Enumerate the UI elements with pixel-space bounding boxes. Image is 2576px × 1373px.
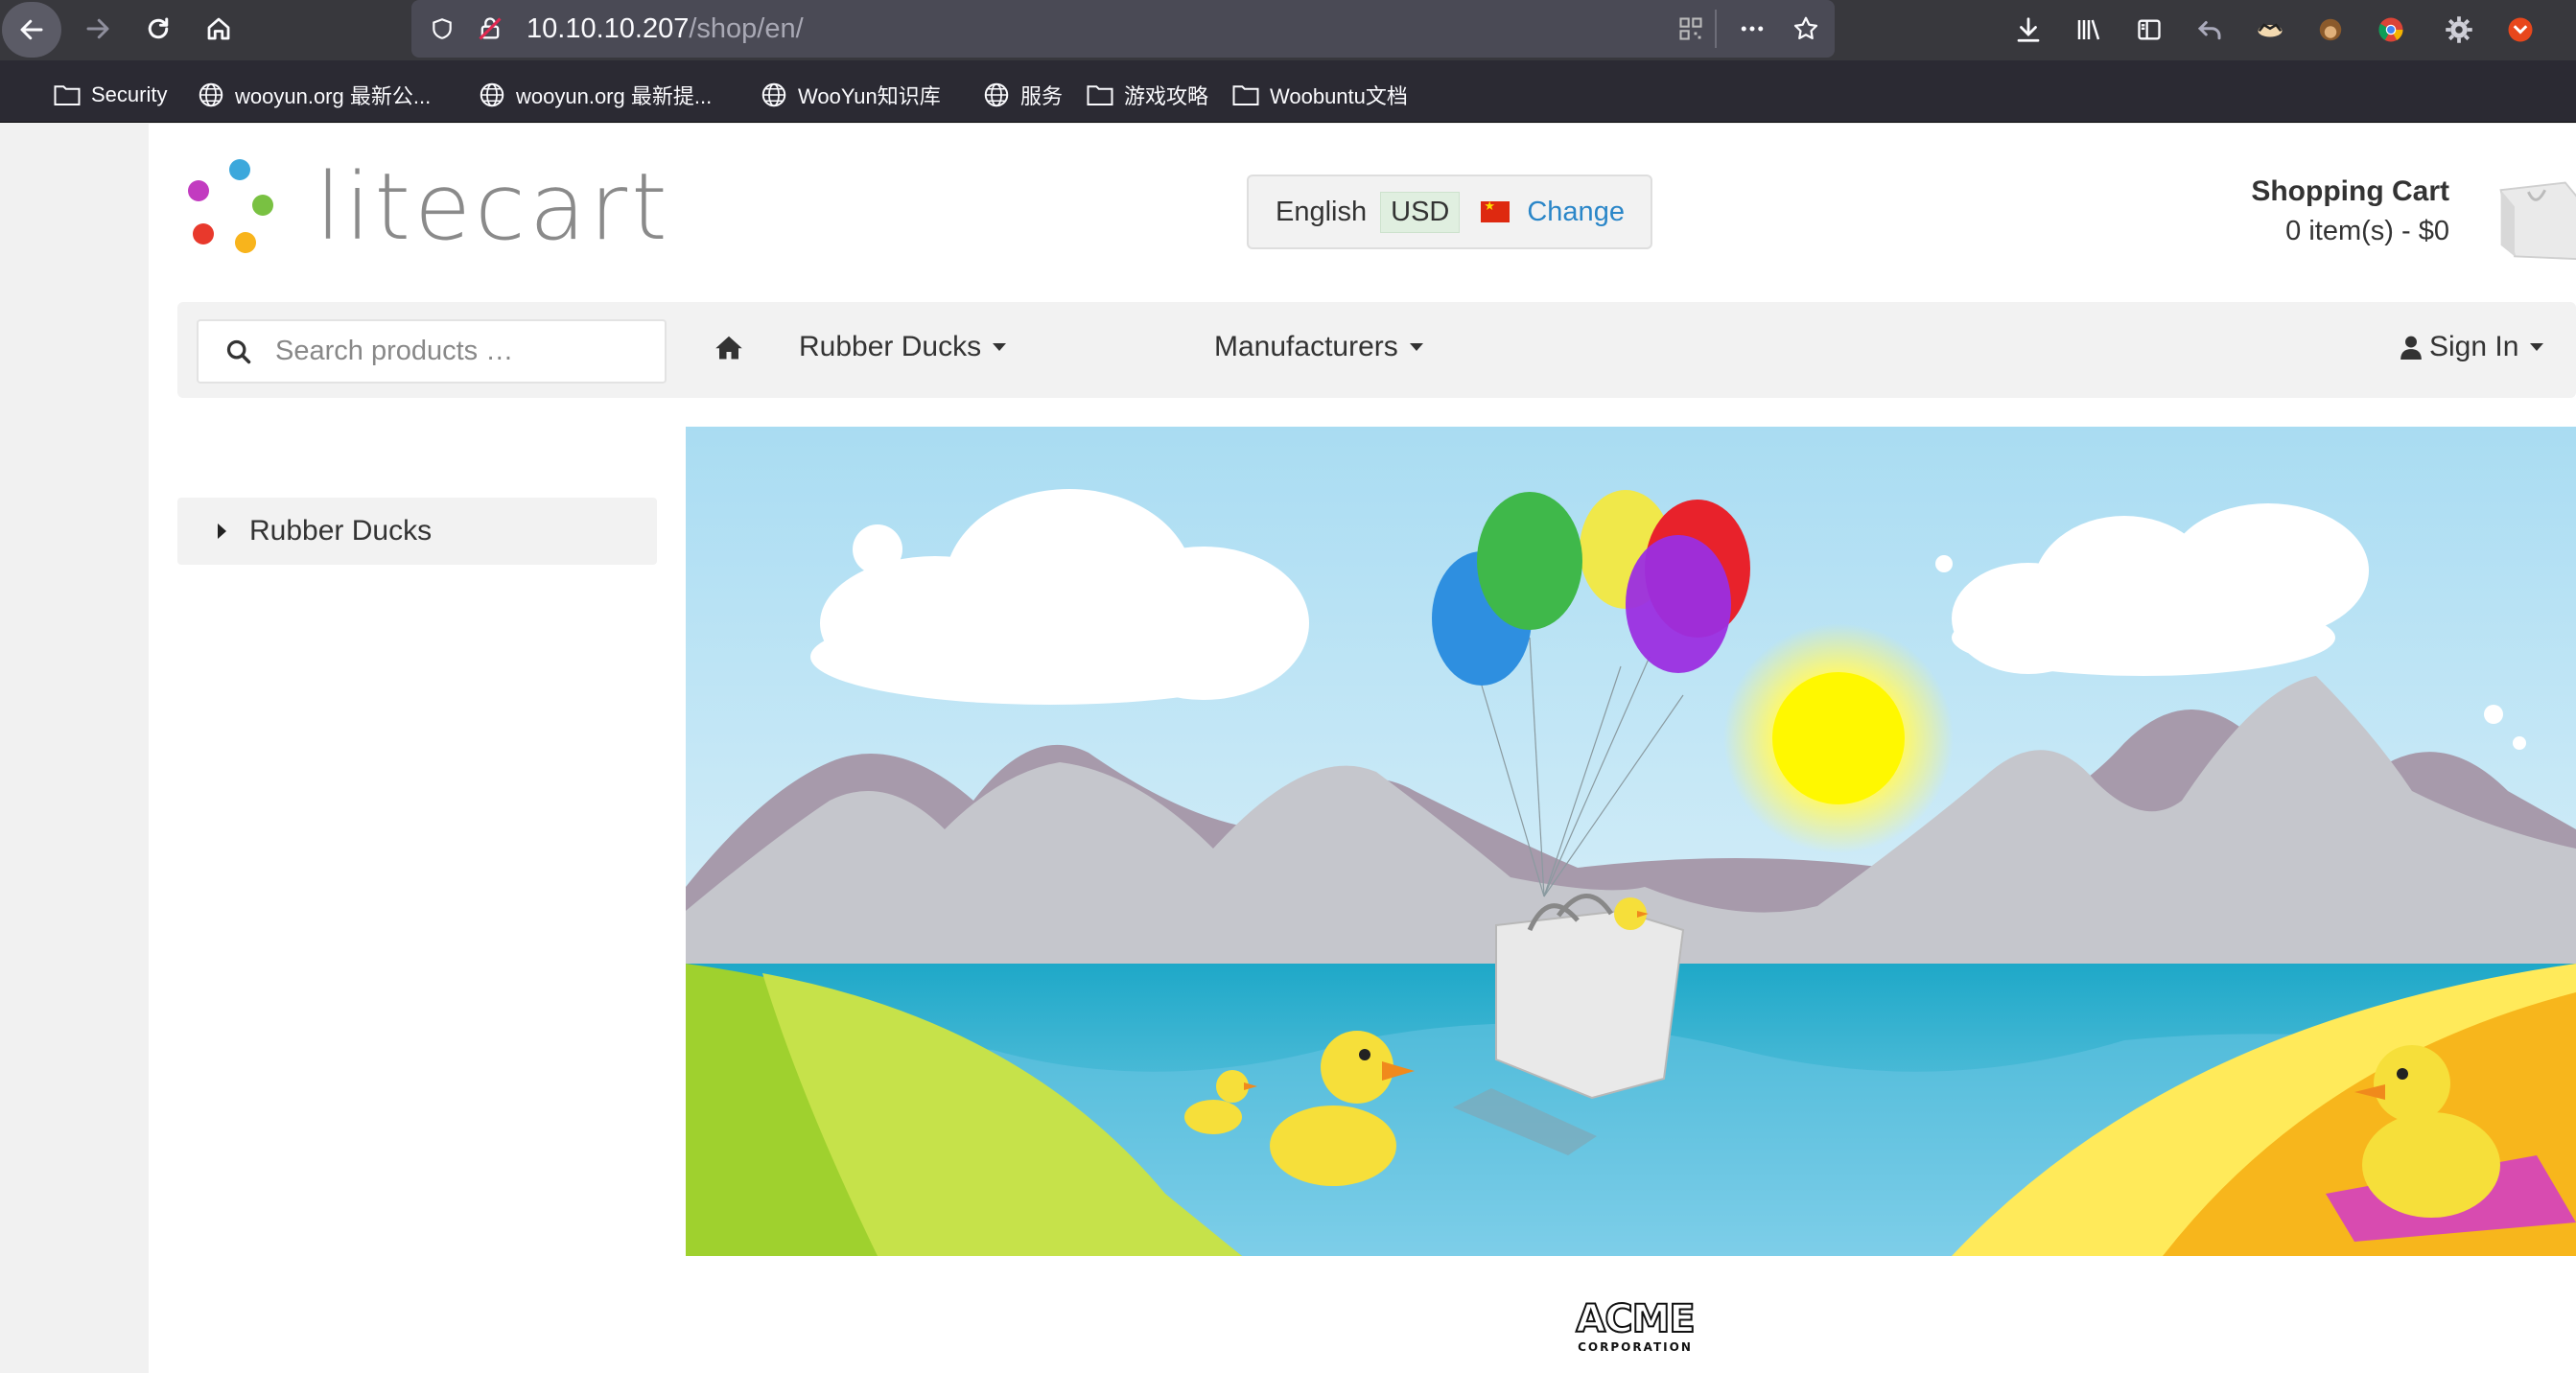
currency-badge: USD (1380, 191, 1461, 233)
more-actions-icon[interactable] (1733, 10, 1771, 48)
url-text[interactable]: 10.10.10.207/shop/en/ (527, 13, 804, 45)
home-icon (715, 336, 742, 360)
language-label: English (1276, 196, 1368, 227)
forward-button[interactable] (77, 8, 119, 50)
china-flag-icon (1481, 198, 1510, 222)
menu-manufacturers[interactable]: Manufacturers (1214, 331, 1423, 363)
cart-title: Shopping Cart (2251, 175, 2449, 207)
chrome-icon[interactable] (2372, 11, 2410, 49)
logo-dots-icon (188, 159, 273, 253)
extension-bat-icon[interactable] (2251, 11, 2289, 49)
sidebar-icon[interactable] (2130, 11, 2168, 49)
back-button[interactable] (2, 2, 61, 58)
folder-icon (54, 85, 81, 105)
folder-icon (1087, 85, 1113, 105)
folder-icon (1232, 85, 1259, 105)
bookmark-item[interactable]: Woobuntu文档 (1231, 80, 1408, 110)
gear-icon[interactable] (2440, 11, 2478, 49)
extension-monkey-icon[interactable] (2311, 11, 2350, 49)
bookmark-item[interactable]: wooyun.org 最新提... (478, 80, 712, 110)
site-logo[interactable]: litecart (185, 159, 671, 255)
reload-button[interactable] (137, 8, 179, 50)
main-navbar: Rubber Ducks Manufacturers Sign In (177, 302, 2576, 398)
extension-fox-icon[interactable] (2501, 11, 2540, 49)
browser-toolbar: 10.10.10.207/shop/en/ (0, 0, 2576, 60)
arrow-right-icon (86, 18, 109, 39)
home-link[interactable] (714, 334, 743, 361)
address-bar[interactable]: 10.10.10.207/shop/en/ (411, 0, 1835, 58)
category-label: Rubber Ducks (249, 515, 433, 547)
reload-icon (148, 17, 169, 39)
menu-rubber-ducks[interactable]: Rubber Ducks (799, 331, 1007, 363)
hero-banner-image[interactable] (686, 427, 2576, 1256)
insecure-lock-icon[interactable] (471, 10, 509, 48)
cart-summary: 0 item(s) - $0 (2285, 216, 2449, 246)
regional-settings[interactable]: English USD Change (1247, 175, 1652, 249)
shopping-bag-icon[interactable] (2492, 172, 2576, 264)
caret-down-icon (1409, 343, 1423, 351)
sidebar-category-rubber-ducks[interactable]: Rubber Ducks (177, 498, 657, 565)
arrow-left-icon (20, 19, 43, 40)
acme-logo-text: ACME (1575, 1297, 1696, 1341)
change-regional-link[interactable]: Change (1527, 197, 1625, 228)
acme-logo-subtext: CORPORATION (1578, 1340, 1693, 1354)
home-button[interactable] (198, 8, 240, 50)
caret-down-icon (2530, 343, 2544, 351)
shopping-cart[interactable]: Shopping Cart 0 item(s) - $0 (2251, 175, 2449, 247)
search-box[interactable] (197, 319, 667, 384)
shield-icon[interactable] (423, 10, 461, 48)
caret-right-icon (218, 524, 226, 539)
caret-down-icon (993, 343, 1007, 351)
user-icon (2400, 336, 2422, 360)
bookmark-item[interactable]: 服务 (982, 80, 1063, 110)
url-separator (1715, 10, 1717, 48)
undo-extension-icon[interactable] (2190, 11, 2229, 49)
sign-in-menu[interactable]: Sign In (2400, 331, 2544, 363)
bookmark-item[interactable]: WooYun知识库 (760, 80, 941, 110)
globe-icon (480, 82, 504, 107)
library-icon[interactable] (2070, 11, 2108, 49)
logo-text: litecart (316, 153, 671, 261)
home-icon (207, 17, 230, 40)
globe-icon (761, 82, 786, 107)
globe-icon (199, 82, 223, 107)
qr-code-icon[interactable] (1672, 10, 1710, 48)
search-icon (226, 339, 251, 363)
bookmark-item[interactable]: wooyun.org 最新公... (197, 80, 431, 110)
bookmark-star-icon[interactable] (1787, 10, 1825, 48)
acme-manufacturer-logo[interactable]: ACME CORPORATION (1568, 1297, 1702, 1360)
bookmark-item[interactable]: 游戏攻略 (1086, 80, 1208, 110)
shop-page: litecart English USD Change Shopping Car… (149, 124, 2576, 1373)
search-input[interactable] (275, 336, 659, 367)
download-icon[interactable] (2009, 11, 2048, 49)
globe-icon (984, 82, 1009, 107)
bookmark-item[interactable]: Security (53, 80, 167, 110)
